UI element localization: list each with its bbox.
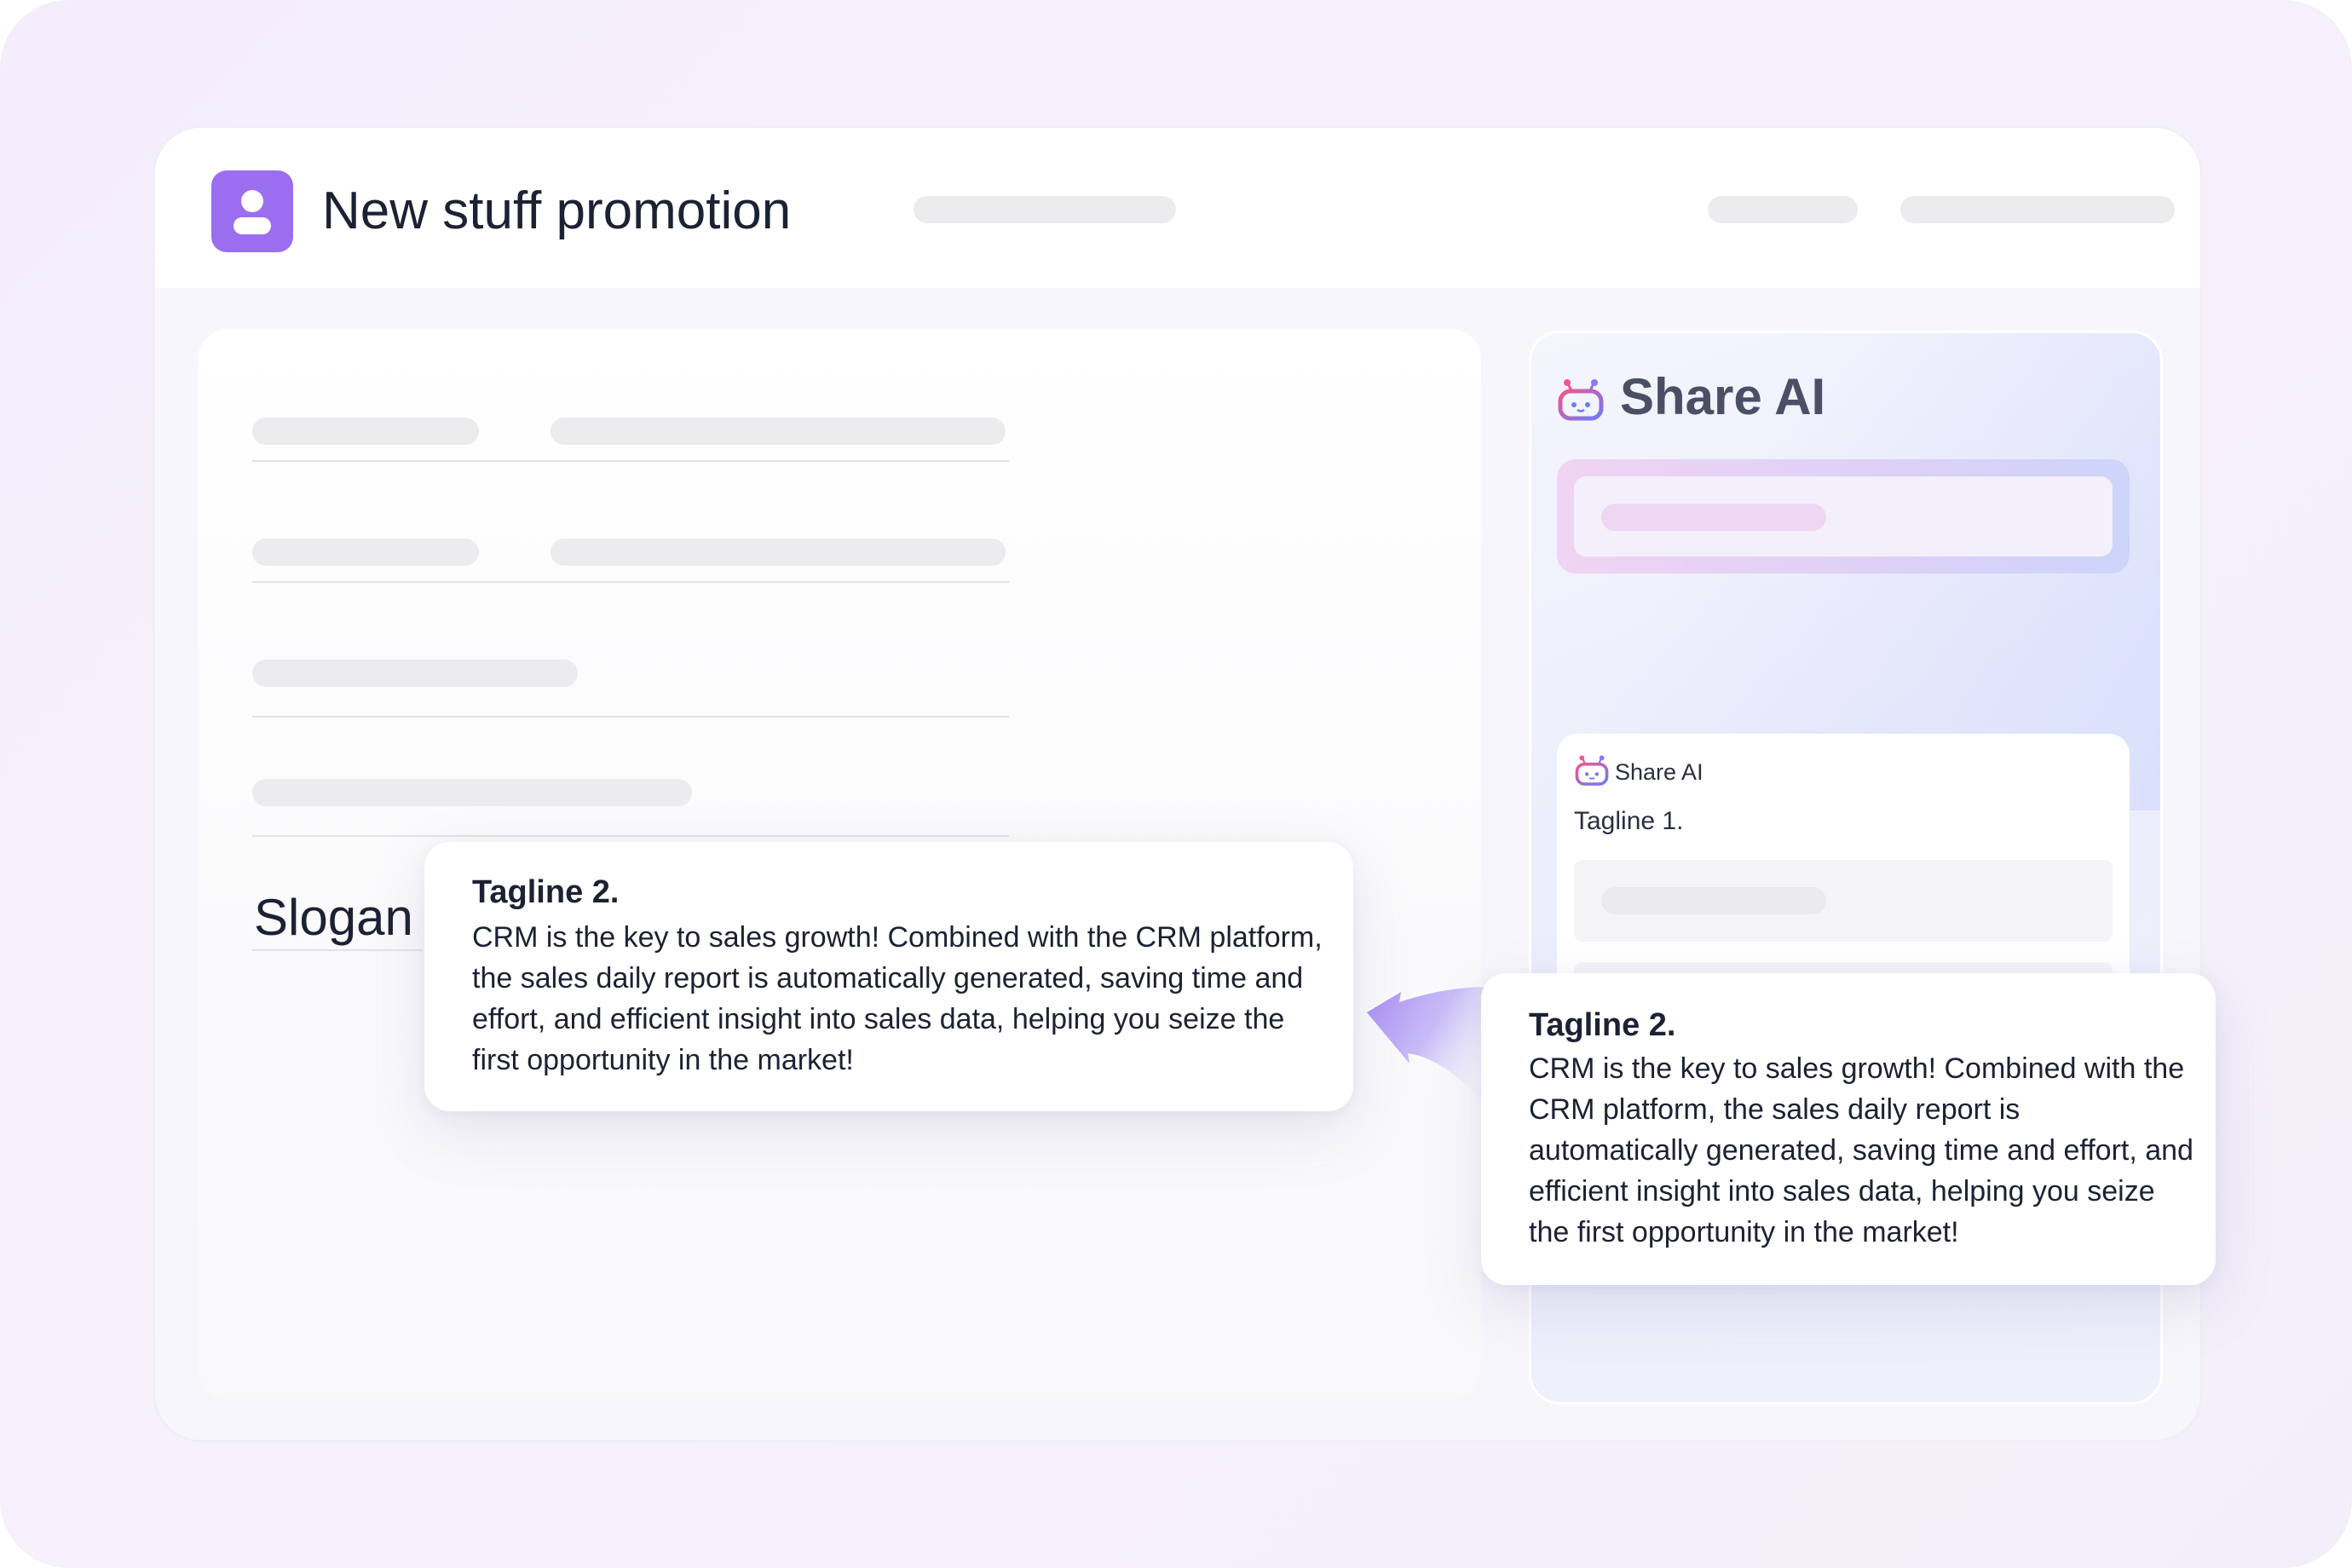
canvas-background: New stuff promotion Slogan Share AI Shar… [0,0,2352,1568]
slogan-label: Slogan [254,889,413,946]
form-divider [252,460,1009,462]
chat-sender-name: Share AI [1615,759,1703,785]
prompt-placeholder [1601,504,1826,531]
form-field-placeholder[interactable] [252,660,578,687]
page-title: New stuff promotion [322,182,792,240]
form-divider [252,716,1009,718]
popup-body: CRM is the key to sales growth! Combined… [472,921,1323,1076]
form-field-placeholder[interactable] [252,779,692,806]
form-divider [252,581,1009,583]
robot-icon [1558,379,1604,421]
header-nav-placeholder[interactable] [914,196,1176,223]
user-icon [211,170,293,252]
app-header: New stuff promotion [155,128,2200,288]
popup-title: Tagline 2. [472,874,620,910]
form-divider [252,835,1009,837]
robot-icon [1575,755,1609,786]
share-ai-title: Share AI [1620,368,1826,425]
slogan-divider [252,949,423,951]
drag-arrow-icon [1367,987,1488,1108]
header-action-placeholder[interactable] [1900,196,2175,223]
chat-option-placeholder [1601,887,1826,914]
ai-tagline-popup[interactable]: Tagline 2. CRM is the key to sales growt… [1481,973,2216,1285]
popup-body: CRM is the key to sales growth! Combined… [1529,1052,2193,1248]
form-field-placeholder[interactable] [551,418,1006,445]
chat-option-row[interactable] [1574,860,2113,942]
popup-title: Tagline 2. [1529,1007,1676,1043]
prompt-input-field[interactable] [1574,476,2113,556]
chat-message-text: Tagline 1. [1574,807,1684,835]
form-field-placeholder[interactable] [551,539,1006,566]
prompt-input[interactable] [1557,459,2130,574]
header-action-placeholder[interactable] [1708,196,1858,223]
form-label-placeholder [252,418,479,445]
form-label-placeholder [252,539,479,566]
slogan-tagline-popup[interactable]: Tagline 2. CRM is the key to sales growt… [424,842,1353,1111]
